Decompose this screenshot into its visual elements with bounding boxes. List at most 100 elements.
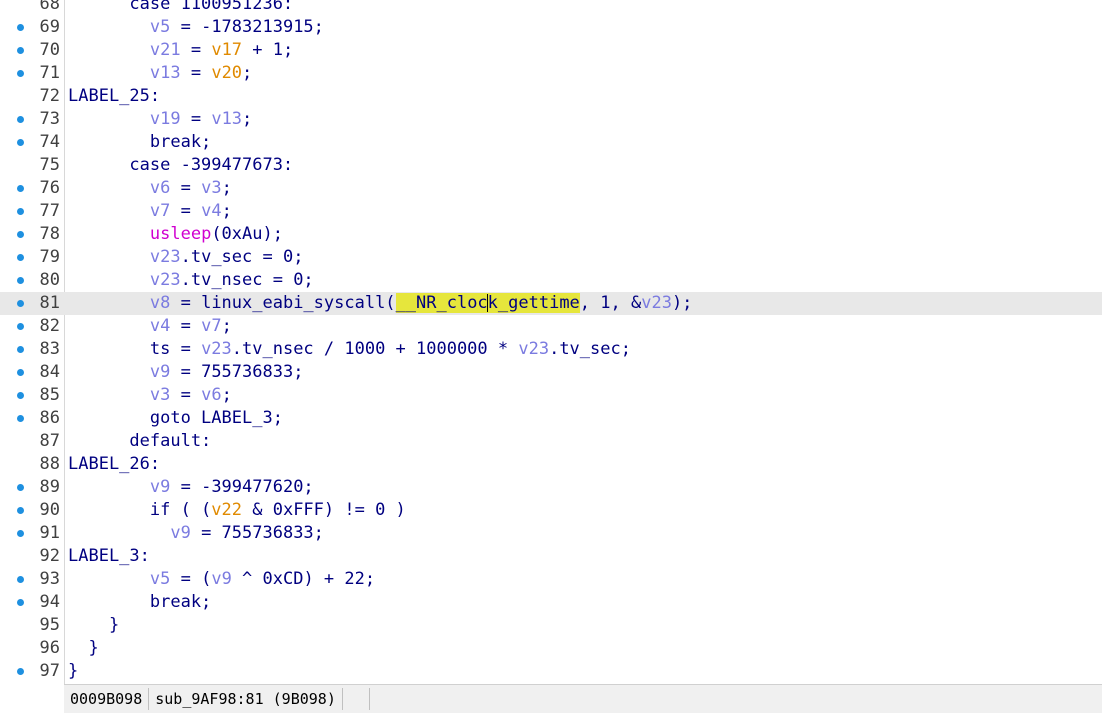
code-text[interactable]: usleep(0xAu);	[68, 223, 283, 246]
highlighted-token[interactable]: k_gettime	[487, 293, 580, 313]
code-line[interactable]: 79 v23.tv_sec = 0;	[0, 246, 1102, 269]
code-text[interactable]: if ( (v22 & 0xFFF) != 0 )	[68, 499, 406, 522]
variable-token[interactable]: v3	[150, 385, 170, 405]
variable-token[interactable]: v7	[150, 201, 170, 221]
breakpoint-dot-icon[interactable]	[17, 277, 24, 284]
code-line[interactable]: 80 v23.tv_nsec = 0;	[0, 269, 1102, 292]
code-text[interactable]: break;	[68, 131, 211, 154]
code-text[interactable]: v5 = (v9 ^ 0xCD) + 22;	[68, 568, 375, 591]
argument-token[interactable]: v22	[211, 500, 242, 520]
code-line[interactable]: 71 v13 = v20;	[0, 62, 1102, 85]
argument-token[interactable]: v17	[211, 40, 242, 60]
code-text[interactable]: v4 = v7;	[68, 315, 232, 338]
variable-token[interactable]: v4	[150, 316, 170, 336]
code-text[interactable]: }	[68, 637, 98, 660]
code-text[interactable]: v21 = v17 + 1;	[68, 39, 293, 62]
variable-token[interactable]: v13	[211, 109, 242, 129]
variable-token[interactable]: v23	[641, 293, 672, 313]
code-line[interactable]: 92 LABEL_3:	[0, 545, 1102, 568]
code-line[interactable]: 95 }	[0, 614, 1102, 637]
code-text[interactable]: v13 = v20;	[68, 62, 252, 85]
code-text[interactable]: default:	[68, 430, 211, 453]
code-line[interactable]: 88 LABEL_26:	[0, 453, 1102, 476]
variable-token[interactable]: v5	[150, 569, 170, 589]
breakpoint-dot-icon[interactable]	[17, 507, 24, 514]
breakpoint-dot-icon[interactable]	[17, 116, 24, 123]
code-line[interactable]: 84 v9 = 755736833;	[0, 361, 1102, 384]
code-line[interactable]: 93 v5 = (v9 ^ 0xCD) + 22;	[0, 568, 1102, 591]
code-line[interactable]: 96 }	[0, 637, 1102, 660]
code-text[interactable]: v8 = linux_eabi_syscall(__NR_clock_getti…	[68, 292, 693, 315]
variable-token[interactable]: v23	[150, 270, 181, 290]
code-line[interactable]: 72 LABEL_25:	[0, 85, 1102, 108]
variable-token[interactable]: v8	[150, 293, 170, 313]
breakpoint-dot-icon[interactable]	[17, 415, 24, 422]
code-line[interactable]: 75 case -399477673:	[0, 154, 1102, 177]
code-text[interactable]: case -399477673:	[68, 154, 293, 177]
variable-token[interactable]: v23	[201, 339, 232, 359]
code-text[interactable]: v23.tv_sec = 0;	[68, 246, 304, 269]
breakpoint-dot-icon[interactable]	[17, 346, 24, 353]
code-text[interactable]: case 1100951236:	[68, 0, 293, 16]
code-text[interactable]: v9 = 755736833;	[68, 522, 324, 545]
variable-token[interactable]: v9	[211, 569, 231, 589]
code-line[interactable]: 83 ts = v23.tv_nsec / 1000 + 1000000 * v…	[0, 338, 1102, 361]
code-line[interactable]: 73 v19 = v13;	[0, 108, 1102, 131]
variable-token[interactable]: v3	[201, 178, 221, 198]
code-line[interactable]: 69 v5 = -1783213915;	[0, 16, 1102, 39]
argument-token[interactable]: v20	[211, 63, 242, 83]
code-text[interactable]: v19 = v13;	[68, 108, 252, 131]
breakpoint-dot-icon[interactable]	[17, 530, 24, 537]
code-line[interactable]: 68 case 1100951236:	[0, 0, 1102, 16]
code-text[interactable]: v9 = 755736833;	[68, 361, 304, 384]
code-line[interactable]: 97}	[0, 660, 1102, 683]
code-text[interactable]: v5 = -1783213915;	[68, 16, 324, 39]
variable-token[interactable]: v4	[201, 201, 221, 221]
code-line[interactable]: 82 v4 = v7;	[0, 315, 1102, 338]
variable-token[interactable]: v6	[150, 178, 170, 198]
breakpoint-dot-icon[interactable]	[17, 599, 24, 606]
code-line[interactable]: 85 v3 = v6;	[0, 384, 1102, 407]
code-text[interactable]: ts = v23.tv_nsec / 1000 + 1000000 * v23.…	[68, 338, 631, 361]
breakpoint-dot-icon[interactable]	[17, 668, 24, 675]
breakpoint-dot-icon[interactable]	[17, 47, 24, 54]
code-line[interactable]: 81 v8 = linux_eabi_syscall(__NR_clock_ge…	[0, 292, 1102, 315]
code-line[interactable]: 70 v21 = v17 + 1;	[0, 39, 1102, 62]
code-text[interactable]: v9 = -399477620;	[68, 476, 314, 499]
breakpoint-dot-icon[interactable]	[17, 70, 24, 77]
variable-token[interactable]: v9	[150, 477, 170, 497]
code-line[interactable]: 77 v7 = v4;	[0, 200, 1102, 223]
code-text[interactable]: v3 = v6;	[68, 384, 232, 407]
code-line[interactable]: 76 v6 = v3;	[0, 177, 1102, 200]
breakpoint-dot-icon[interactable]	[17, 208, 24, 215]
variable-token[interactable]: v19	[150, 109, 181, 129]
code-line[interactable]: 94 break;	[0, 591, 1102, 614]
breakpoint-dot-icon[interactable]	[17, 254, 24, 261]
variable-token[interactable]: v23	[518, 339, 549, 359]
breakpoint-dot-icon[interactable]	[17, 392, 24, 399]
breakpoint-dot-icon[interactable]	[17, 139, 24, 146]
breakpoint-dot-icon[interactable]	[17, 484, 24, 491]
variable-token[interactable]: v23	[150, 247, 181, 267]
code-text[interactable]: goto LABEL_3;	[68, 407, 283, 430]
variable-token[interactable]: v6	[201, 385, 221, 405]
variable-token[interactable]: v13	[150, 63, 181, 83]
code-line[interactable]: 90 if ( (v22 & 0xFFF) != 0 )	[0, 499, 1102, 522]
code-line[interactable]: 87 default:	[0, 430, 1102, 453]
breakpoint-dot-icon[interactable]	[17, 300, 24, 307]
code-line[interactable]: 91 v9 = 755736833;	[0, 522, 1102, 545]
variable-token[interactable]: v21	[150, 40, 181, 60]
pseudocode-view[interactable]: 68 case 1100951236: 69 v5 = -1783213915; 7…	[0, 0, 1102, 683]
code-line[interactable]: 78 usleep(0xAu);	[0, 223, 1102, 246]
breakpoint-dot-icon[interactable]	[17, 369, 24, 376]
variable-token[interactable]: v9	[150, 362, 170, 382]
variable-token[interactable]: v9	[170, 523, 190, 543]
highlighted-token[interactable]: __NR_cloc	[395, 293, 488, 313]
code-text[interactable]: v7 = v4;	[68, 200, 232, 223]
code-line[interactable]: 74 break;	[0, 131, 1102, 154]
code-text[interactable]: break;	[68, 591, 211, 614]
variable-token[interactable]: v5	[150, 17, 170, 37]
breakpoint-dot-icon[interactable]	[17, 185, 24, 192]
code-text[interactable]: }	[68, 660, 78, 683]
code-text[interactable]: }	[68, 614, 119, 637]
